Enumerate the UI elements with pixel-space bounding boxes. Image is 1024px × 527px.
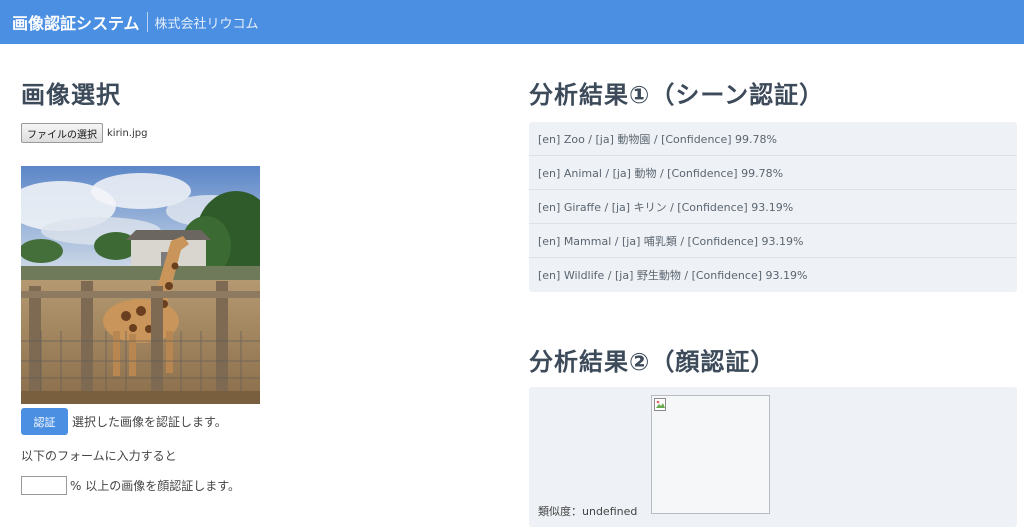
form-hint-text: 以下のフォームに入力すると xyxy=(21,449,177,463)
threshold-input[interactable] xyxy=(21,476,67,495)
file-input-row: ファイルの選択 kirin.jpg xyxy=(21,123,491,143)
giraffe-photo xyxy=(21,166,260,404)
scene-result-item: [en] Zoo / [ja] 動物園 / [Confidence] 99.78… xyxy=(529,122,1017,156)
scene-result-item: [en] Giraffe / [ja] キリン / [Confidence] 9… xyxy=(529,190,1017,224)
company-name: 株式会社リウコム xyxy=(154,16,259,32)
scene-result-title: 分析結果①（シーン認証） xyxy=(529,81,825,109)
image-select-title: 画像選択 xyxy=(21,81,121,109)
scene-result-item: [en] Animal / [ja] 動物 / [Confidence] 99.… xyxy=(529,156,1017,190)
face-image xyxy=(651,395,770,514)
broken-image-icon xyxy=(654,398,666,411)
auth-button[interactable]: 認証 xyxy=(21,408,68,435)
app-header: 画像認証システム 株式会社リウコム xyxy=(0,0,1024,44)
threshold-row: % 以上の画像を顔認証します。 xyxy=(21,476,240,495)
header-divider xyxy=(146,12,148,32)
similarity-text: 類似度：undefined xyxy=(538,505,638,518)
threshold-suffix: % 以上の画像を顔認証します。 xyxy=(70,479,241,493)
image-select-section: 画像選択 ファイルの選択 kirin.jpg 認証 選択した画像を認証します。 … xyxy=(21,75,491,495)
scene-result-item: [en] Mammal / [ja] 哺乳類 / [Confidence] 93… xyxy=(529,224,1017,258)
auth-description: 選択した画像を認証します。 xyxy=(72,415,227,429)
analysis-section: 分析結果①（シーン認証） [en] Zoo / [ja] 動物園 / [Conf… xyxy=(529,75,1017,527)
face-result-title: 分析結果②（顔認証） xyxy=(529,348,776,376)
auth-row: 認証 選択した画像を認証します。 xyxy=(21,408,227,435)
scene-result-item: [en] Wildlife / [ja] 野生動物 / [Confidence]… xyxy=(538,269,808,282)
preview-image xyxy=(21,166,260,404)
scene-result-list: [en] Zoo / [ja] 動物園 / [Confidence] 99.78… xyxy=(529,122,1017,292)
app-title: 画像認証システム xyxy=(12,14,140,33)
face-result-panel: 類似度：undefined xyxy=(529,387,1017,527)
file-select-button[interactable]: ファイルの選択 xyxy=(21,123,103,143)
selected-file-name: kirin.jpg xyxy=(107,127,148,139)
